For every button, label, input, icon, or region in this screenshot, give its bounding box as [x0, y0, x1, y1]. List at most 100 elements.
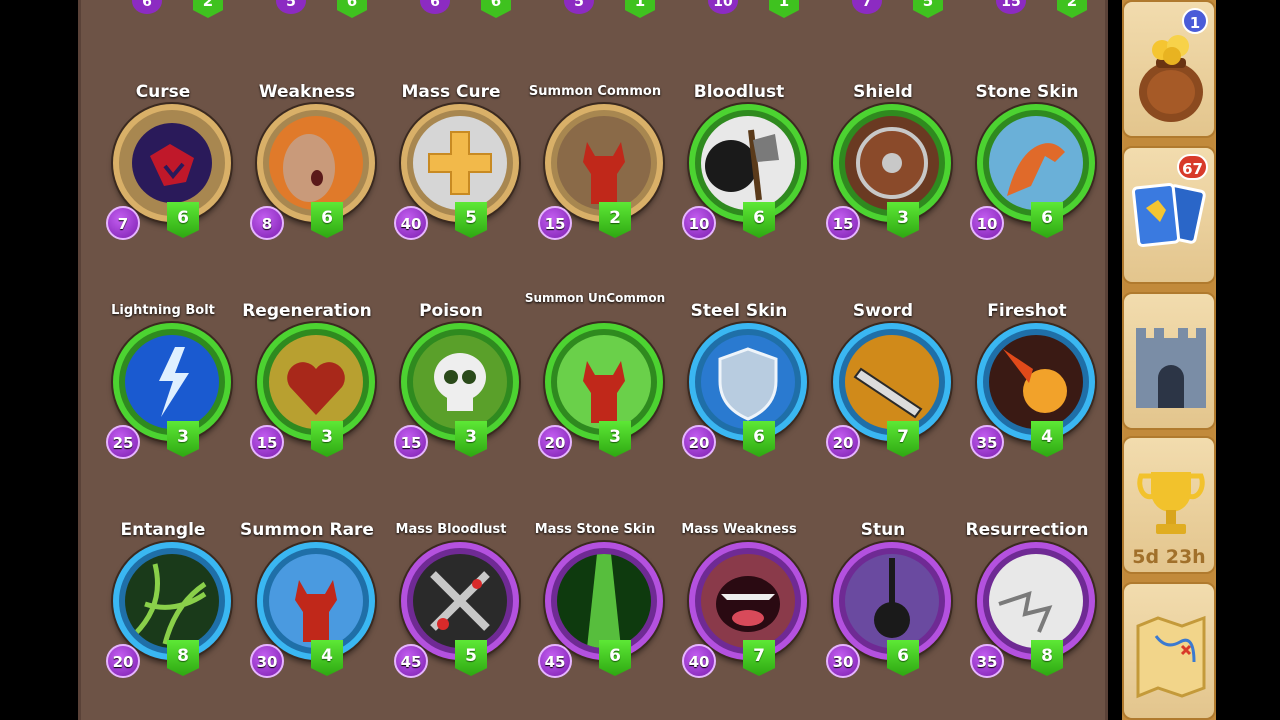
- top-row-level: 5: [913, 0, 943, 18]
- spell-art: [413, 116, 507, 210]
- spell-card[interactable]: Entangle 20 8: [91, 518, 235, 718]
- summon-creature-icon: [557, 116, 651, 210]
- spell-level-badge: 6: [887, 640, 919, 676]
- mana-cost-badge: 15: [394, 425, 428, 459]
- spellbook-board: 6 2 5 6 6 6 5 1 10 1 7 5 15 2 Curse 7 6 Weakness 8 6 Mass C…: [78, 0, 1108, 720]
- spell-level-badge: 5: [455, 202, 487, 238]
- spell-level-badge: 6: [743, 202, 775, 238]
- mana-cost-badge: 45: [394, 644, 428, 678]
- spell-card[interactable]: Steel Skin 20 6: [667, 299, 811, 499]
- cure-cross-icon: [413, 116, 507, 210]
- castle-button[interactable]: [1122, 292, 1216, 430]
- spell-name: Steel Skin: [690, 301, 788, 321]
- spell-card[interactable]: Resurrection 35 8: [955, 518, 1099, 718]
- spell-card[interactable]: Sword 20 7: [811, 299, 955, 499]
- spell-card[interactable]: Stun 30 6: [811, 518, 955, 718]
- spell-card[interactable]: Summon Rare 30 4: [235, 518, 379, 718]
- spell-card[interactable]: Regeneration 15 3: [235, 299, 379, 499]
- spell-card[interactable]: Fireshot 35 4: [955, 299, 1099, 499]
- spell-card[interactable]: Shield 15 3: [811, 80, 955, 280]
- spell-card[interactable]: Stone Skin 10 6: [955, 80, 1099, 280]
- mana-cost-badge: 15: [826, 206, 860, 240]
- spell-level-badge: 2: [599, 202, 631, 238]
- cards-notification-badge: 67: [1177, 154, 1208, 180]
- spell-art: [413, 554, 507, 648]
- spell-name: Lightning Bolt: [111, 303, 215, 318]
- spell-card[interactable]: Lightning Bolt 25 3: [91, 299, 235, 499]
- spell-art: [557, 335, 651, 429]
- spell-level-badge: 3: [311, 421, 343, 457]
- spell-level-badge: 8: [1031, 640, 1063, 676]
- spell-card[interactable]: Summon Common 15 2: [523, 80, 667, 280]
- mana-cost-badge: 30: [250, 644, 284, 678]
- spell-card[interactable]: Curse 7 6: [91, 80, 235, 280]
- spell-name: Resurrection: [965, 520, 1089, 540]
- ball-and-chain-icon: [845, 554, 939, 648]
- top-row-level: 1: [769, 0, 799, 18]
- spell-card[interactable]: Mass Cure 40 5: [379, 80, 523, 280]
- spell-level-badge: 6: [1031, 202, 1063, 238]
- right-sidebar: 1 67 5d 23h: [1122, 0, 1216, 720]
- spell-name: Shield: [853, 82, 913, 102]
- spell-name: Stone Skin: [975, 82, 1079, 102]
- mana-cost-badge: 15: [250, 425, 284, 459]
- castle-icon: [1136, 328, 1206, 408]
- flaming-sword-icon: [845, 335, 939, 429]
- top-row-mana-cost: 6: [132, 0, 162, 14]
- treasure-map-icon: [1136, 615, 1206, 699]
- lightning-icon: [125, 335, 219, 429]
- spell-art: [701, 335, 795, 429]
- spell-name: Entangle: [120, 520, 206, 540]
- spell-art: [269, 554, 363, 648]
- weakness-icon: [269, 116, 363, 210]
- spell-card[interactable]: Mass Bloodlust 45 5: [379, 518, 523, 718]
- spell-art: [557, 116, 651, 210]
- top-row-mana-cost: 5: [276, 0, 306, 14]
- spell-name: Summon Common: [528, 84, 662, 99]
- spell-card[interactable]: Mass Weakness 40 7: [667, 518, 811, 718]
- loot-bag-button[interactable]: 1: [1122, 0, 1216, 138]
- mana-cost-badge: 25: [106, 425, 140, 459]
- summon-creature-icon: [557, 335, 651, 429]
- spell-level-badge: 6: [743, 421, 775, 457]
- map-button[interactable]: [1122, 582, 1216, 720]
- spell-art: [845, 554, 939, 648]
- top-row-level: 2: [193, 0, 223, 18]
- top-row-level: 6: [481, 0, 511, 18]
- mana-cost-badge: 8: [250, 206, 284, 240]
- spell-name: Fireshot: [987, 301, 1067, 321]
- spell-level-badge: 3: [599, 421, 631, 457]
- spell-card[interactable]: Bloodlust 10 6: [667, 80, 811, 280]
- spell-card[interactable]: Poison 15 3: [379, 299, 523, 499]
- spell-card[interactable]: Summon UnCommon 20 3: [523, 291, 667, 499]
- heart-icon: [269, 335, 363, 429]
- top-row-mana-cost: 10: [708, 0, 738, 14]
- fireball-icon: [989, 335, 1083, 429]
- mana-cost-badge: 10: [970, 206, 1004, 240]
- spell-name: Mass Stone Skin: [534, 522, 656, 537]
- spell-level-badge: 4: [1031, 421, 1063, 457]
- skull-icon: [413, 335, 507, 429]
- spell-name: Summon Rare: [240, 520, 374, 540]
- spell-name: Mass Weakness: [681, 522, 797, 537]
- spell-name: Mass Bloodlust: [395, 522, 507, 537]
- spell-level-badge: 3: [887, 202, 919, 238]
- cards-button[interactable]: 67: [1122, 146, 1216, 284]
- spell-name: Mass Cure: [401, 82, 501, 102]
- spell-level-badge: 6: [599, 640, 631, 676]
- spell-name: Poison: [419, 301, 483, 321]
- mana-cost-badge: 20: [682, 425, 716, 459]
- spell-card[interactable]: Weakness 8 6: [235, 80, 379, 280]
- spell-art: [413, 335, 507, 429]
- spell-level-badge: 3: [167, 421, 199, 457]
- vines-icon: [125, 554, 219, 648]
- shield-icon: [845, 116, 939, 210]
- spell-card[interactable]: Mass Stone Skin 45 6: [523, 518, 667, 718]
- loot-notification-badge: 1: [1182, 8, 1208, 34]
- spell-level-badge: 4: [311, 640, 343, 676]
- trophy-button[interactable]: 5d 23h: [1122, 436, 1216, 574]
- spell-art: [125, 116, 219, 210]
- spell-art: [989, 335, 1083, 429]
- mana-cost-badge: 20: [538, 425, 572, 459]
- spell-art: [269, 335, 363, 429]
